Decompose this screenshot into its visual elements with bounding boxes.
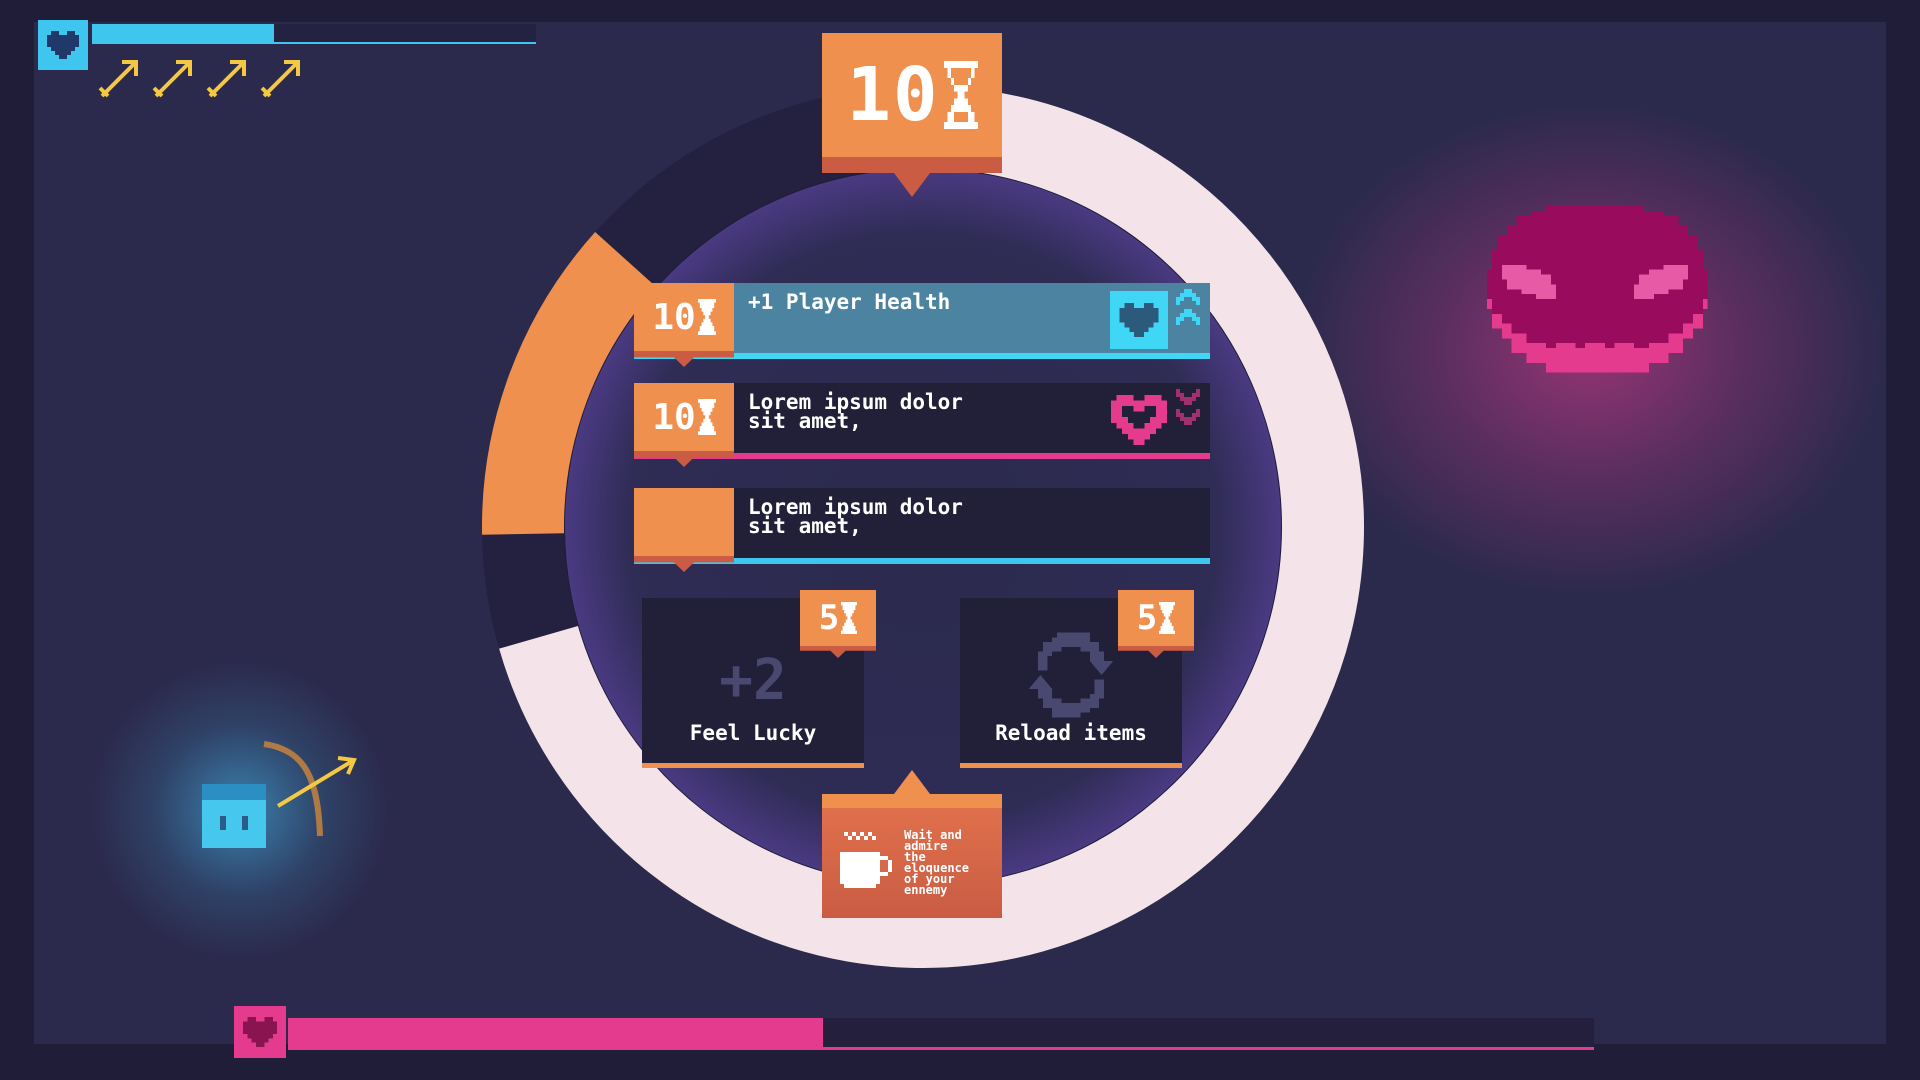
option-cost-value: 10 bbox=[652, 396, 696, 438]
card-feel-lucky[interactable]: +2 Feel Lucky 5 bbox=[642, 590, 876, 768]
option-cost-badge bbox=[634, 488, 734, 572]
option-label: +1 Player Health bbox=[748, 290, 951, 314]
hourglass-icon bbox=[697, 399, 716, 435]
hourglass-icon bbox=[841, 602, 858, 634]
card-cost-value: 5 bbox=[1136, 598, 1158, 638]
card-label: Reload items bbox=[995, 721, 1147, 745]
hourglass-icon bbox=[697, 299, 716, 335]
boss-health-bar bbox=[288, 1018, 1594, 1050]
heart-icon bbox=[1110, 391, 1168, 449]
option-cost-value: 10 bbox=[652, 296, 696, 338]
reload-icon bbox=[1028, 632, 1114, 718]
option-label: Lorem ipsum dolor sit amet, bbox=[748, 495, 963, 538]
hourglass-icon bbox=[1159, 602, 1176, 634]
turn-cost-badge: 10 bbox=[822, 33, 1002, 197]
chevron-up-icon bbox=[1176, 289, 1200, 325]
option-player-health[interactable]: 10 +1 Player Health bbox=[634, 283, 1210, 367]
boss-health-fill bbox=[288, 1018, 824, 1047]
bow-icon bbox=[263, 741, 357, 837]
turn-cost-value: 10 bbox=[846, 52, 940, 138]
card-cost-value: 5 bbox=[818, 598, 840, 638]
card-cost-badge: 5 bbox=[800, 590, 876, 658]
wait-button[interactable]: Wait and admire the eloquence of your en… bbox=[822, 808, 1002, 918]
option-cost-badge: 10 bbox=[634, 383, 734, 467]
boss-heart-icon bbox=[234, 1006, 286, 1058]
plus-two-icon: +2 bbox=[719, 648, 787, 713]
wait-label: Wait and admire the eloquence of your en… bbox=[904, 828, 970, 897]
card-cost-badge: 5 bbox=[1118, 590, 1194, 658]
option-cost-badge: 10 bbox=[634, 283, 734, 367]
card-label: Feel Lucky bbox=[689, 721, 817, 745]
card-reload-items[interactable]: Reload items 5 bbox=[960, 590, 1194, 768]
option-label: Lorem ipsum dolor sit amet, bbox=[748, 390, 963, 433]
heart-icon bbox=[1110, 291, 1168, 349]
option-lorem-2[interactable]: Lorem ipsum dolor sit amet, bbox=[634, 488, 1210, 572]
option-lorem-1[interactable]: 10 Lorem ipsum dolor sit amet, bbox=[634, 383, 1210, 467]
chevron-down-icon bbox=[1176, 389, 1200, 425]
hourglass-icon bbox=[943, 61, 978, 129]
coffee-icon bbox=[840, 832, 892, 888]
enemy-skull bbox=[1487, 206, 1708, 373]
